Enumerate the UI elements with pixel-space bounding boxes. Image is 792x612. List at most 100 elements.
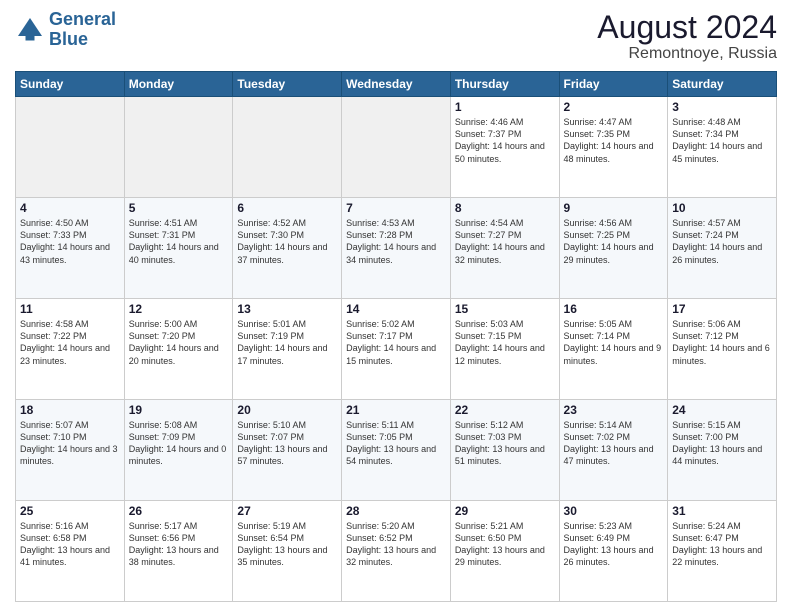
logo: General Blue (15, 10, 116, 50)
week-row-4: 25Sunrise: 5:16 AMSunset: 6:58 PMDayligh… (16, 501, 777, 602)
calendar-cell: 11 Sunrise: 4:58 AMSunset: 7:22 PMDayligh… (16, 299, 125, 400)
calendar-cell (233, 97, 342, 198)
day-info: Sunrise: 5:24 AMSunset: 6:47 PMDaylight:… (672, 520, 772, 569)
day-info: Sunrise: 5:15 AMSunset: 7:00 PMDaylight:… (672, 419, 772, 468)
calendar-cell: 5Sunrise: 4:51 AMSunset: 7:31 PMDaylight… (124, 198, 233, 299)
day-number: 3 (672, 100, 772, 114)
day-number: 4 (20, 201, 120, 215)
calendar-cell: 12Sunrise: 5:00 AMSunset: 7:20 PMDayligh… (124, 299, 233, 400)
day-info: Sunrise: 5:06 AMSunset: 7:12 PMDaylight:… (672, 318, 772, 367)
day-info: Sunrise: 5:14 AMSunset: 7:02 PMDaylight:… (564, 419, 664, 468)
logo-icon (15, 15, 45, 45)
day-info: Sunrise: 5:01 AMSunset: 7:19 PMDaylight:… (237, 318, 337, 367)
day-info: Sunrise: 5:20 AMSunset: 6:52 PMDaylight:… (346, 520, 446, 569)
day-info: Sunrise: 5:23 AMSunset: 6:49 PMDaylight:… (564, 520, 664, 569)
day-info: Sunrise: 5:10 AMSunset: 7:07 PMDaylight:… (237, 419, 337, 468)
calendar-cell: 23 Sunrise: 5:14 AMSunset: 7:02 PMDayligh… (559, 400, 668, 501)
calendar-cell: 18 Sunrise: 5:07 AMSunset: 7:10 PMDayligh… (16, 400, 125, 501)
calendar-cell: 20 Sunrise: 5:10 AMSunset: 7:07 PMDayligh… (233, 400, 342, 501)
day-number: 12 (129, 302, 229, 316)
day-number: 7 (346, 201, 446, 215)
day-info: Sunrise: 5:02 AMSunset: 7:17 PMDaylight:… (346, 318, 446, 367)
calendar-cell: 1 Sunrise: 4:46 AMSunset: 7:37 PMDaylight… (450, 97, 559, 198)
day-info: Sunrise: 5:17 AMSunset: 6:56 PMDaylight:… (129, 520, 229, 569)
day-number: 30 (564, 504, 664, 518)
day-number: 13 (237, 302, 337, 316)
calendar-cell: 6Sunrise: 4:52 AMSunset: 7:30 PMDaylight… (233, 198, 342, 299)
calendar-cell: 15Sunrise: 5:03 AMSunset: 7:15 PMDayligh… (450, 299, 559, 400)
day-info: Sunrise: 4:58 AMSunset: 7:22 PMDaylight:… (20, 318, 120, 367)
day-number: 29 (455, 504, 555, 518)
calendar-cell: 25Sunrise: 5:16 AMSunset: 6:58 PMDayligh… (16, 501, 125, 602)
calendar-cell: 28 Sunrise: 5:20 AMSunset: 6:52 PMDayligh… (342, 501, 451, 602)
day-info: Sunrise: 4:56 AMSunset: 7:25 PMDaylight:… (564, 217, 664, 266)
week-row-0: 1 Sunrise: 4:46 AMSunset: 7:37 PMDaylight… (16, 97, 777, 198)
day-info: Sunrise: 4:46 AMSunset: 7:37 PMDaylight:… (455, 116, 555, 165)
weekday-header-saturday: Saturday (668, 72, 777, 97)
day-number: 24 (672, 403, 772, 417)
calendar-cell: 14 Sunrise: 5:02 AMSunset: 7:17 PMDayligh… (342, 299, 451, 400)
header: General Blue August 2024 Remontnoye, Rus… (15, 10, 777, 63)
calendar-cell: 9Sunrise: 4:56 AMSunset: 7:25 PMDaylight… (559, 198, 668, 299)
day-number: 23 (564, 403, 664, 417)
calendar-header: SundayMondayTuesdayWednesdayThursdayFrid… (16, 72, 777, 97)
day-info: Sunrise: 5:21 AMSunset: 6:50 PMDaylight:… (455, 520, 555, 569)
day-info: Sunrise: 5:11 AMSunset: 7:05 PMDaylight:… (346, 419, 446, 468)
calendar-cell: 31 Sunrise: 5:24 AMSunset: 6:47 PMDayligh… (668, 501, 777, 602)
month-title: August 2024 (597, 10, 777, 45)
calendar-cell: 27Sunrise: 5:19 AMSunset: 6:54 PMDayligh… (233, 501, 342, 602)
day-number: 1 (455, 100, 555, 114)
day-info: Sunrise: 5:05 AMSunset: 7:14 PMDaylight:… (564, 318, 664, 367)
calendar-cell (342, 97, 451, 198)
calendar-cell: 3Sunrise: 4:48 AMSunset: 7:34 PMDaylight… (668, 97, 777, 198)
day-number: 14 (346, 302, 446, 316)
calendar-cell: 17 Sunrise: 5:06 AMSunset: 7:12 PMDayligh… (668, 299, 777, 400)
calendar-cell: 13 Sunrise: 5:01 AMSunset: 7:19 PMDayligh… (233, 299, 342, 400)
day-info: Sunrise: 4:53 AMSunset: 7:28 PMDaylight:… (346, 217, 446, 266)
day-number: 17 (672, 302, 772, 316)
day-number: 21 (346, 403, 446, 417)
day-info: Sunrise: 4:50 AMSunset: 7:33 PMDaylight:… (20, 217, 120, 266)
week-row-1: 4 Sunrise: 4:50 AMSunset: 7:33 PMDaylight… (16, 198, 777, 299)
day-number: 28 (346, 504, 446, 518)
day-info: Sunrise: 5:07 AMSunset: 7:10 PMDaylight:… (20, 419, 120, 468)
calendar-cell: 24 Sunrise: 5:15 AMSunset: 7:00 PMDayligh… (668, 400, 777, 501)
day-info: Sunrise: 5:19 AMSunset: 6:54 PMDaylight:… (237, 520, 337, 569)
day-info: Sunrise: 5:08 AMSunset: 7:09 PMDaylight:… (129, 419, 229, 468)
logo-text: General Blue (49, 10, 116, 50)
day-info: Sunrise: 5:03 AMSunset: 7:15 PMDaylight:… (455, 318, 555, 367)
calendar-cell: 22Sunrise: 5:12 AMSunset: 7:03 PMDayligh… (450, 400, 559, 501)
calendar-cell: 10Sunrise: 4:57 AMSunset: 7:24 PMDayligh… (668, 198, 777, 299)
day-info: Sunrise: 4:52 AMSunset: 7:30 PMDaylight:… (237, 217, 337, 266)
location: Remontnoye, Russia (597, 45, 777, 63)
day-number: 18 (20, 403, 120, 417)
day-number: 16 (564, 302, 664, 316)
calendar-cell: 16 Sunrise: 5:05 AMSunset: 7:14 PMDayligh… (559, 299, 668, 400)
weekday-header-thursday: Thursday (450, 72, 559, 97)
day-info: Sunrise: 4:47 AMSunset: 7:35 PMDaylight:… (564, 116, 664, 165)
weekday-row: SundayMondayTuesdayWednesdayThursdayFrid… (16, 72, 777, 97)
week-row-3: 18 Sunrise: 5:07 AMSunset: 7:10 PMDayligh… (16, 400, 777, 501)
calendar-cell: 8Sunrise: 4:54 AMSunset: 7:27 PMDaylight… (450, 198, 559, 299)
day-number: 31 (672, 504, 772, 518)
day-number: 2 (564, 100, 664, 114)
day-number: 22 (455, 403, 555, 417)
day-number: 26 (129, 504, 229, 518)
calendar-cell: 30 Sunrise: 5:23 AMSunset: 6:49 PMDayligh… (559, 501, 668, 602)
calendar-cell: 26 Sunrise: 5:17 AMSunset: 6:56 PMDayligh… (124, 501, 233, 602)
day-number: 5 (129, 201, 229, 215)
calendar-cell: 7 Sunrise: 4:53 AMSunset: 7:28 PMDaylight… (342, 198, 451, 299)
calendar-cell: 21 Sunrise: 5:11 AMSunset: 7:05 PMDayligh… (342, 400, 451, 501)
calendar: SundayMondayTuesdayWednesdayThursdayFrid… (15, 71, 777, 602)
weekday-header-sunday: Sunday (16, 72, 125, 97)
calendar-cell (124, 97, 233, 198)
weekday-header-tuesday: Tuesday (233, 72, 342, 97)
calendar-body: 1 Sunrise: 4:46 AMSunset: 7:37 PMDaylight… (16, 97, 777, 602)
day-number: 11 (20, 302, 120, 316)
calendar-cell: 19Sunrise: 5:08 AMSunset: 7:09 PMDayligh… (124, 400, 233, 501)
logo-blue: Blue (49, 29, 88, 49)
calendar-cell: 4 Sunrise: 4:50 AMSunset: 7:33 PMDaylight… (16, 198, 125, 299)
day-info: Sunrise: 4:57 AMSunset: 7:24 PMDaylight:… (672, 217, 772, 266)
day-number: 20 (237, 403, 337, 417)
weekday-header-friday: Friday (559, 72, 668, 97)
